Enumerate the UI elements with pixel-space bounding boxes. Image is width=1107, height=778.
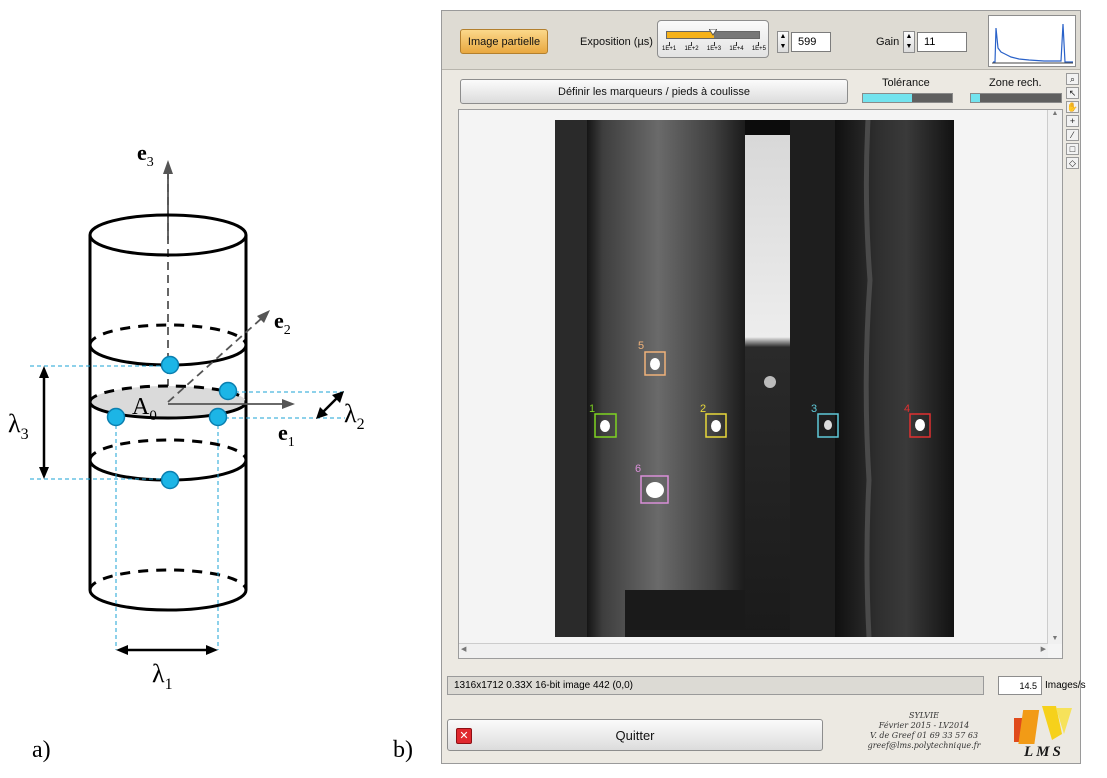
line-tool-icon[interactable]: ⁄: [1066, 129, 1079, 141]
lms-logo-graphic: LMS: [1014, 706, 1072, 760]
lms-logo: LMS: [1012, 704, 1074, 760]
exposure-label: Exposition (µs): [580, 36, 653, 48]
gain-label: Gain: [876, 36, 900, 48]
marker-point-right: [208, 407, 228, 427]
status-bar: 1316x1712 0.33X 16-bit image 442 (0,0): [447, 676, 984, 695]
fps-unit: Images/s: [1045, 680, 1086, 691]
quit-button-label: Quitter: [615, 727, 655, 743]
marker-point-back: [218, 381, 238, 401]
pan-hand-icon[interactable]: ✋: [1066, 101, 1079, 113]
histogram-preview: [988, 15, 1076, 67]
exposure-slider-thumb[interactable]: [708, 23, 718, 36]
lambda2-dimension: [321, 396, 339, 414]
fps-value: 14.5: [998, 676, 1042, 695]
exposure-tick: 1E+3: [707, 42, 721, 56]
vertical-scrollbar[interactable]: ▲ ▼: [1047, 110, 1062, 644]
pointer-icon[interactable]: ↖: [1066, 87, 1079, 99]
search-zone-label: Zone rech.: [989, 77, 1042, 89]
svg-text:6: 6: [635, 463, 641, 475]
spinner-up-icon[interactable]: ▲: [904, 32, 914, 42]
svg-text:1: 1: [589, 403, 595, 415]
gain-value-input[interactable]: 11: [917, 32, 967, 52]
credits-app-name: SYLVIE: [909, 711, 939, 720]
exposure-tick: 1E+5: [752, 42, 766, 56]
search-zone-fill: [971, 94, 980, 102]
bottom-ellipse-front: [88, 589, 248, 612]
credits-date: Février 2015 - LV2014: [878, 721, 970, 730]
acquisition-window: Image partielle Exposition (µs) 1E+1 1E+…: [441, 10, 1086, 764]
exposure-slider[interactable]: 1E+1 1E+2 1E+3 1E+4 1E+5: [657, 20, 769, 58]
svg-text:2: 2: [700, 403, 706, 415]
scroll-up-icon[interactable]: ▲: [1048, 110, 1062, 117]
credits-author: V. de Greef 01 69 33 57 63: [869, 731, 979, 740]
exposure-spinner[interactable]: ▲ ▼: [777, 31, 789, 53]
crosshair-icon[interactable]: +: [1066, 115, 1079, 127]
marker-point-top: [160, 355, 180, 375]
camera-image: 1 2 3 4 5 6: [555, 120, 954, 637]
exposure-ticks: 1E+1 1E+2 1E+3 1E+4 1E+5: [662, 42, 766, 56]
svg-text:3: 3: [811, 403, 817, 415]
exposure-slider-fill: [667, 32, 714, 38]
spinner-up-icon[interactable]: ▲: [778, 32, 788, 42]
panel-a-label: a): [32, 737, 51, 763]
svg-text:LMS: LMS: [1023, 744, 1064, 759]
histogram-curve: [992, 23, 1073, 64]
lambda1-label: λ1: [152, 659, 173, 693]
spinner-down-icon[interactable]: ▼: [778, 42, 788, 52]
lower-ring-back: [88, 438, 248, 461]
close-icon: ✕: [456, 728, 472, 744]
scroll-left-icon[interactable]: ◀: [461, 645, 466, 653]
marker-point-bottom: [160, 470, 180, 490]
spinner-down-icon[interactable]: ▼: [904, 42, 914, 52]
cylinder-diagram: e3 e2 e1 A0 λ3 λ2 λ1: [0, 0, 430, 773]
svg-text:4: 4: [904, 403, 910, 415]
marker-points: [106, 355, 238, 490]
tolerance-slider[interactable]: [862, 93, 953, 103]
axis-e1-label: e1: [278, 420, 295, 450]
define-markers-button[interactable]: Définir les marqueurs / pieds à coulisse: [460, 79, 848, 104]
partial-image-button[interactable]: Image partielle: [460, 29, 548, 54]
svg-text:5: 5: [638, 340, 644, 352]
polygon-tool-icon[interactable]: ◇: [1066, 157, 1079, 169]
image-viewport[interactable]: ▲ ▼ ◀ ▶ 1 2 3 4 5 6: [458, 109, 1063, 659]
quit-button[interactable]: ✕ Quitter: [447, 719, 823, 751]
lambda2-label: λ2: [344, 399, 365, 433]
credits: SYLVIE Février 2015 - LV2014 V. de Greef…: [844, 711, 1004, 751]
panel-b-label: b): [393, 737, 413, 763]
axis-e3-label: e3: [137, 140, 154, 170]
tolerance-label: Tolérance: [882, 77, 930, 89]
search-zone-slider[interactable]: [970, 93, 1062, 103]
axis-e2-label: e2: [274, 308, 291, 338]
exposure-tick: 1E+2: [684, 42, 699, 56]
credits-email: greef@lms.polytechnique.fr: [867, 741, 981, 750]
scroll-down-icon[interactable]: ▼: [1048, 635, 1062, 642]
marker-point-left: [106, 407, 126, 427]
axis-e1-arrowhead: [282, 399, 295, 409]
horizontal-scrollbar[interactable]: ◀ ▶: [459, 643, 1048, 658]
exposure-value-input[interactable]: 599: [791, 32, 831, 52]
rectangle-tool-icon[interactable]: □: [1066, 143, 1079, 155]
axis-e3-arrowhead: [163, 160, 173, 174]
exposure-tick: 1E+1: [662, 42, 676, 56]
tolerance-fill: [863, 94, 912, 102]
cylinder-diagram-svg: e3 e2 e1 A0 λ3 λ2 λ1: [8, 140, 365, 693]
tool-palette: ⌕ ↖ ✋ + ⁄ □ ◇: [1065, 73, 1080, 191]
bottom-ellipse-back: [88, 568, 248, 591]
zoom-icon[interactable]: ⌕: [1066, 73, 1079, 85]
scroll-right-icon[interactable]: ▶: [1041, 645, 1046, 653]
exposure-tick: 1E+4: [729, 42, 744, 56]
lambda3-label: λ3: [8, 409, 29, 443]
gain-spinner[interactable]: ▲ ▼: [903, 31, 915, 53]
